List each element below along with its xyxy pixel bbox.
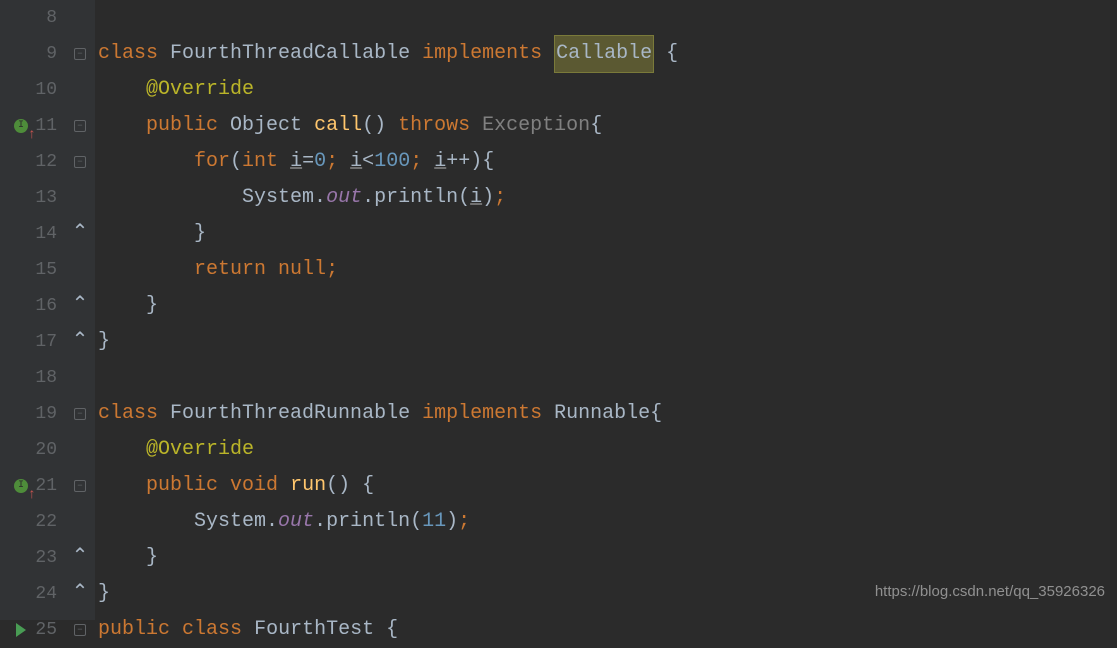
- code-line: class FourthThreadCallable implements Ca…: [98, 36, 1117, 72]
- code-line: for(int i=0; i<100; i++){: [98, 144, 1117, 180]
- line-number: 24: [35, 576, 57, 612]
- code-line: @Override: [98, 432, 1117, 468]
- line-number: 9: [35, 36, 57, 72]
- line-number-gutter: 8 9 10 I↑ 11 12 13 14 15 16 17 18 19 20 I…: [0, 0, 65, 620]
- code-line: [98, 0, 1117, 36]
- line-number: 17: [35, 324, 57, 360]
- line-number: 13: [35, 180, 57, 216]
- code-line: }: [98, 288, 1117, 324]
- fold-end-icon[interactable]: ⌃: [75, 337, 85, 347]
- fold-toggle-icon[interactable]: −: [74, 120, 86, 132]
- fold-end-icon[interactable]: ⌃: [75, 229, 85, 239]
- line-number: 18: [35, 360, 57, 396]
- line-number: 19: [35, 396, 57, 432]
- code-line: System.out.println(11);: [98, 504, 1117, 540]
- line-number: 11: [35, 108, 57, 144]
- code-line: return null;: [98, 252, 1117, 288]
- fold-toggle-icon[interactable]: −: [74, 624, 86, 636]
- fold-end-icon[interactable]: ⌃: [75, 553, 85, 563]
- run-gutter-icon[interactable]: [16, 623, 26, 637]
- code-line: }: [98, 324, 1117, 360]
- highlighted-text: Callable: [554, 35, 654, 73]
- fold-end-icon[interactable]: ⌃: [75, 301, 85, 311]
- override-marker-icon[interactable]: I↑: [14, 119, 28, 133]
- fold-gutter: − − − ⌃ ⌃ ⌃ − − ⌃ ⌃ −: [65, 0, 95, 620]
- code-line: public Object call() throws Exception{: [98, 108, 1117, 144]
- line-number: 25: [35, 612, 57, 648]
- code-line: class FourthThreadRunnable implements Ru…: [98, 396, 1117, 432]
- code-line: public void run() {: [98, 468, 1117, 504]
- line-number: 16: [35, 288, 57, 324]
- line-number: 14: [35, 216, 57, 252]
- fold-toggle-icon[interactable]: −: [74, 156, 86, 168]
- fold-toggle-icon[interactable]: −: [74, 480, 86, 492]
- fold-toggle-icon[interactable]: −: [74, 48, 86, 60]
- override-marker-icon[interactable]: I↑: [14, 479, 28, 493]
- code-line: [98, 360, 1117, 396]
- code-line: }: [98, 540, 1117, 576]
- line-number: 10: [35, 72, 57, 108]
- line-number: 22: [35, 504, 57, 540]
- line-number: 20: [35, 432, 57, 468]
- line-number: 8: [35, 0, 57, 36]
- code-content[interactable]: class FourthThreadCallable implements Ca…: [95, 0, 1117, 620]
- watermark-text: https://blog.csdn.net/qq_35926326: [875, 574, 1105, 610]
- line-number: 12: [35, 144, 57, 180]
- code-line: @Override: [98, 72, 1117, 108]
- fold-end-icon[interactable]: ⌃: [75, 589, 85, 599]
- fold-toggle-icon[interactable]: −: [74, 408, 86, 420]
- code-line: public class FourthTest {: [98, 612, 1117, 648]
- line-number: 15: [35, 252, 57, 288]
- code-editor: 8 9 10 I↑ 11 12 13 14 15 16 17 18 19 20 I…: [0, 0, 1117, 620]
- line-number: 23: [35, 540, 57, 576]
- code-line: }: [98, 216, 1117, 252]
- code-line: System.out.println(i);: [98, 180, 1117, 216]
- line-number: 21: [35, 468, 57, 504]
